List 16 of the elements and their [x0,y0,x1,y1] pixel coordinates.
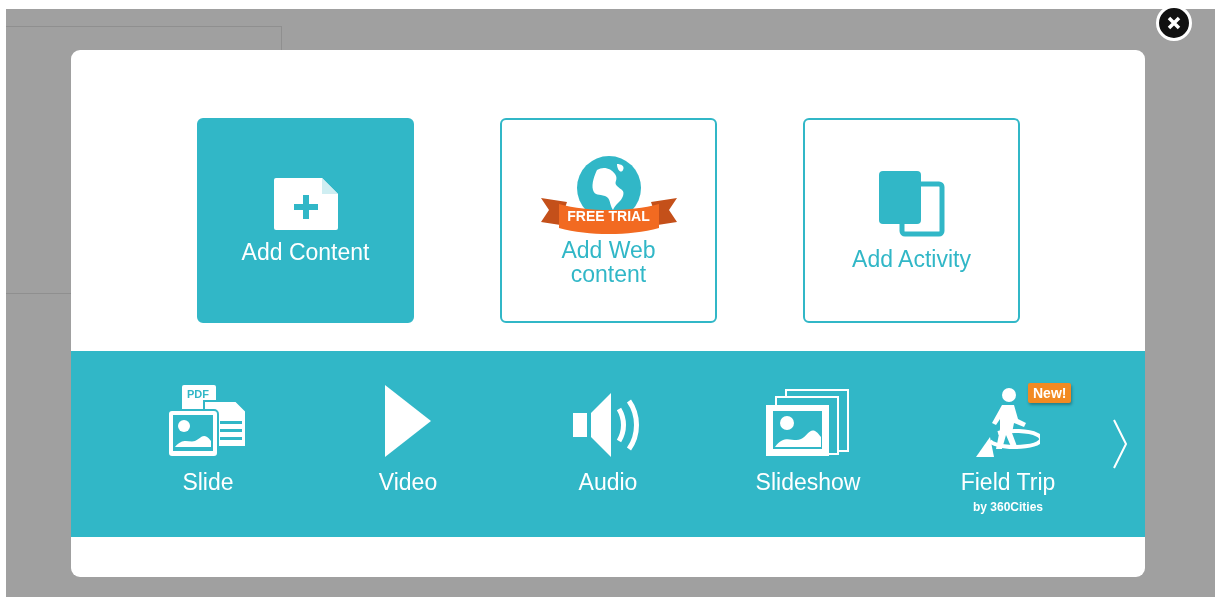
chevron-right-icon [1113,419,1127,469]
close-icon [1167,16,1181,30]
media-type-button[interactable]: Video [378,373,438,496]
add-option-button[interactable]: FREE TRIAL Add Web content [500,118,717,323]
media-type-button[interactable]: Slideshow [755,373,861,496]
images-stack-icon [765,389,851,457]
add-option-button[interactable]: Add Content [197,118,414,323]
free-trial-label: FREE TRIAL [567,207,650,224]
provider-caption: by 360Cities [972,500,1043,514]
cards-icon [878,170,945,237]
media-type-button[interactable]: Audio [573,373,643,496]
add-file-icon [273,177,338,230]
media-type-button[interactable]: PDF Slide [168,373,248,496]
add-option-button[interactable]: Add Activity [803,118,1020,323]
play-icon [385,385,431,457]
new-badge: New! [1028,383,1072,403]
